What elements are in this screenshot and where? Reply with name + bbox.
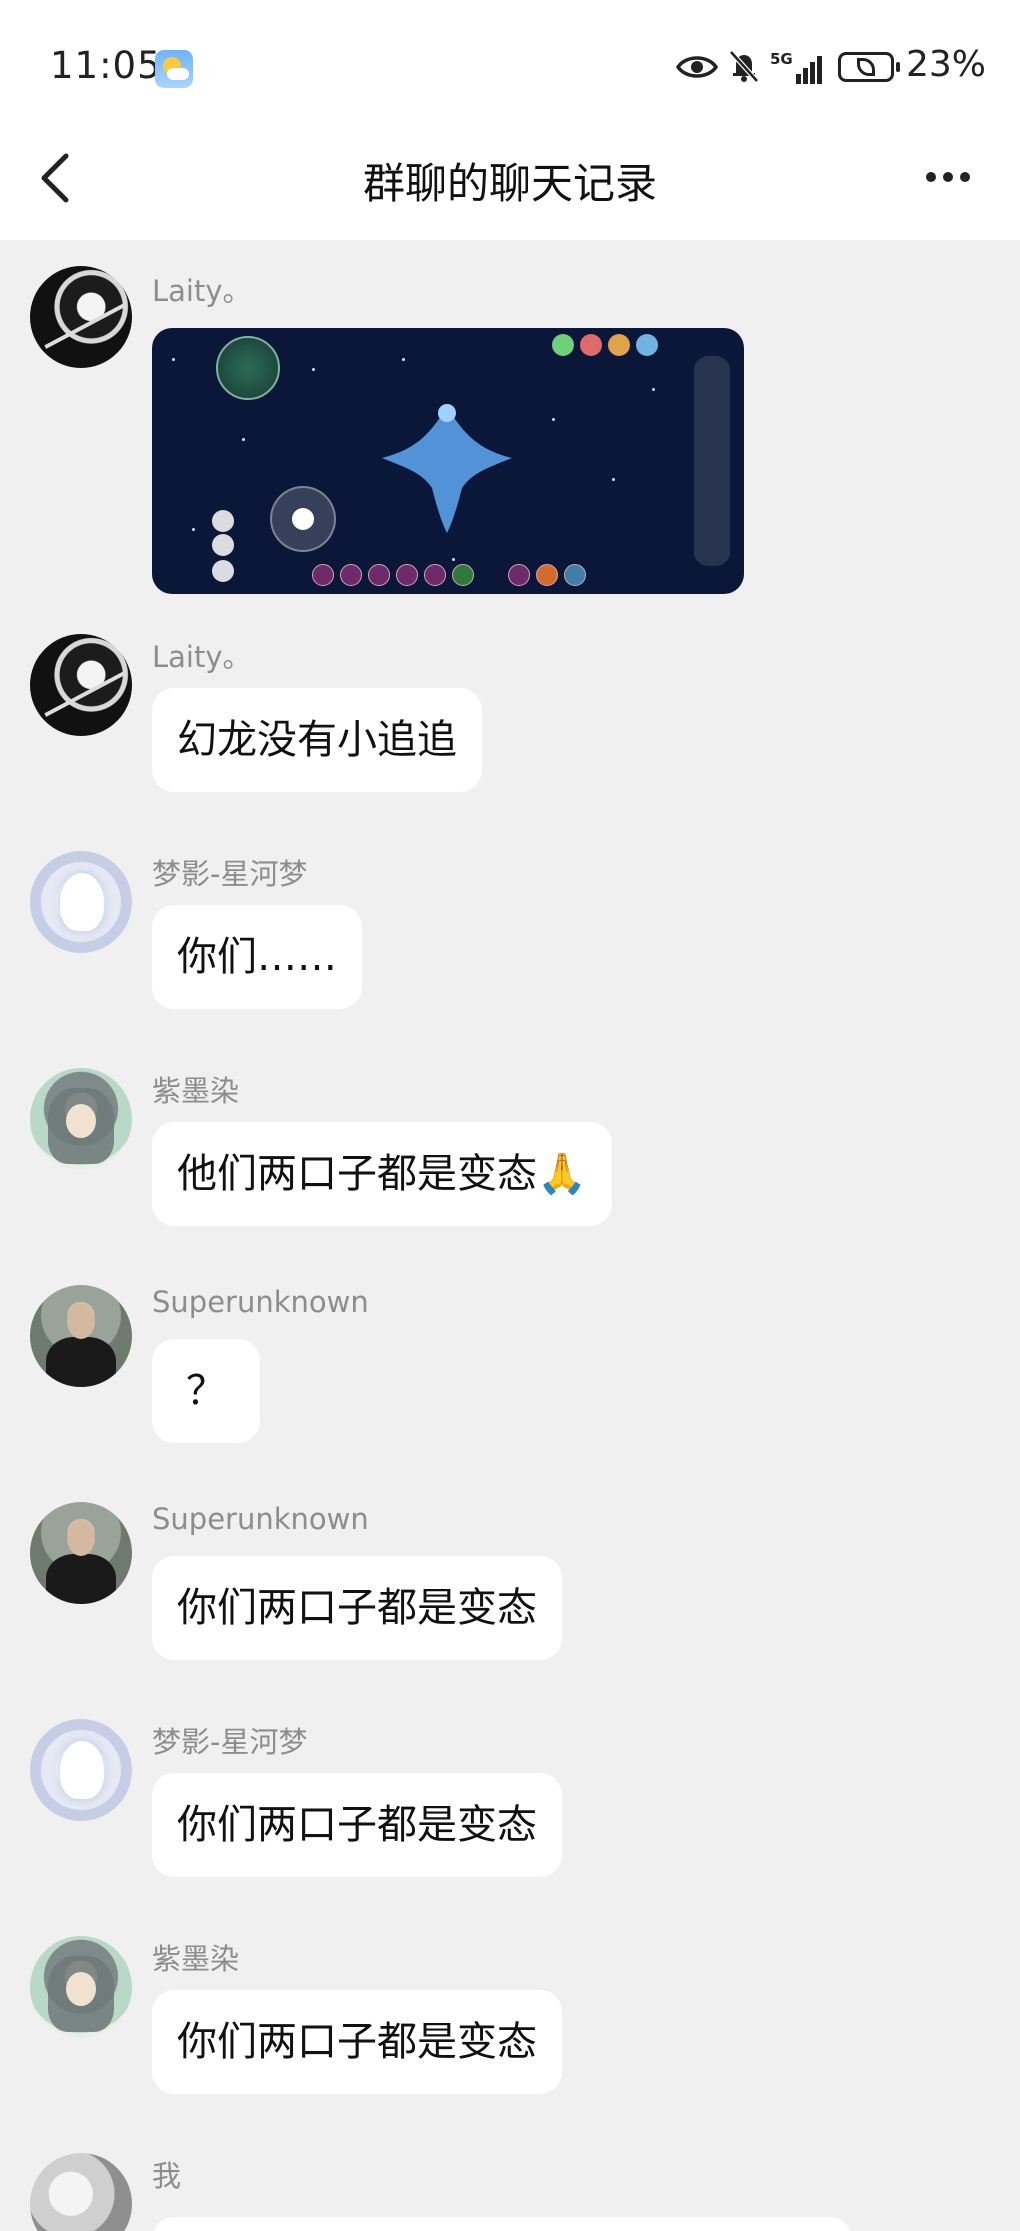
battery-percent: 23% — [906, 44, 987, 85]
chat-message: Laity。 幻龙没有小追追 — [0, 634, 1020, 804]
status-time: 11:05 — [50, 44, 162, 87]
game-joystick — [270, 486, 336, 552]
chat-message: 紫墨染 你们两口子都是变态 — [0, 1936, 1020, 2106]
signal-icon — [796, 54, 824, 84]
avatar[interactable] — [30, 1285, 132, 1387]
avatar[interactable] — [30, 266, 132, 368]
nav-bar: 群聊的聊天记录 — [0, 120, 1020, 238]
sender-name: Laity。 — [152, 640, 252, 674]
message-bubble[interactable]: 幻龙没有小追追 — [152, 688, 482, 792]
message-bubble[interactable]: 他们两口子都是变态🙏 — [152, 1122, 612, 1226]
chat-message: 梦影-星河梦 你们…… — [0, 851, 1020, 1021]
avatar[interactable] — [30, 1936, 132, 2038]
avatar[interactable] — [30, 2153, 132, 2231]
chat-message: 紫墨染 他们两口子都是变态🙏 — [0, 1068, 1020, 1238]
message-bubble[interactable]: 你们…… — [152, 905, 362, 1009]
more-horizontal-icon[interactable] — [918, 160, 978, 190]
sender-name: 紫墨染 — [152, 1074, 240, 1108]
avatar[interactable] — [30, 1719, 132, 1821]
chat-message: 我 — [0, 2153, 1020, 2231]
message-bubble[interactable] — [152, 2217, 852, 2231]
message-bubble[interactable]: ？ — [152, 1339, 260, 1443]
sender-name: Laity。 — [152, 274, 252, 308]
avatar[interactable] — [30, 1502, 132, 1604]
bell-muted-icon — [729, 50, 759, 83]
avatar[interactable] — [30, 1068, 132, 1170]
chat-message: Superunknown ？ — [0, 1285, 1020, 1455]
game-minimap — [216, 336, 280, 400]
game-side-panel — [694, 356, 730, 566]
network-label: 5G — [770, 50, 793, 68]
chat-message: Laity。 — [0, 266, 1020, 596]
message-bubble[interactable]: 你们两口子都是变态 — [152, 1773, 562, 1877]
dragon-figure — [382, 404, 512, 533]
eye-icon — [676, 56, 718, 78]
sender-name: 紫墨染 — [152, 1942, 240, 1976]
sender-name: 梦影-星河梦 — [152, 1725, 308, 1759]
avatar[interactable] — [30, 851, 132, 953]
sender-name: 梦影-星河梦 — [152, 857, 308, 891]
message-bubble[interactable]: 你们两口子都是变态 — [152, 1990, 562, 2094]
chat-message: Superunknown 你们两口子都是变态 — [0, 1502, 1020, 1672]
sender-name: Superunknown — [152, 1285, 369, 1319]
page-title: 群聊的聊天记录 — [362, 159, 657, 208]
status-bar: 11:05 5G 23% — [0, 0, 1020, 140]
weather-icon — [155, 50, 193, 88]
sender-name: 我 — [152, 2159, 182, 2193]
sender-name: Superunknown — [152, 1502, 369, 1536]
avatar[interactable] — [30, 634, 132, 736]
chat-message: 梦影-星河梦 你们两口子都是变态 — [0, 1719, 1020, 1889]
battery-icon — [838, 52, 900, 82]
top-header: 11:05 5G 23% 群聊的聊天记录 — [0, 0, 1020, 240]
message-bubble[interactable]: 你们两口子都是变态 — [152, 1556, 562, 1660]
image-message[interactable] — [152, 328, 744, 594]
